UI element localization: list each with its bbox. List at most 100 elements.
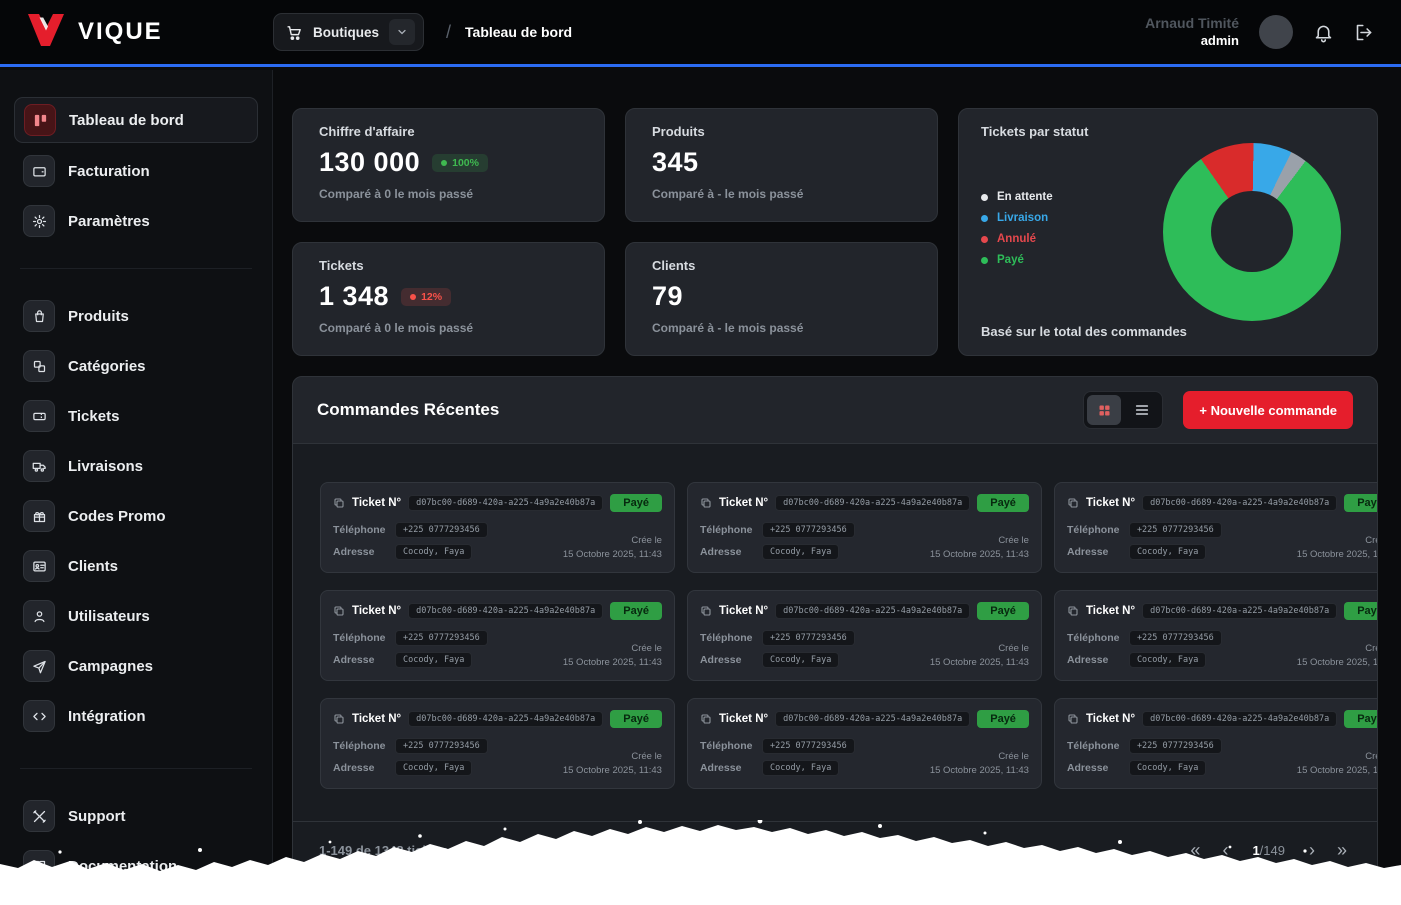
ticket-code: d07bc00-d689-420a-a225-4a9a2e40b87a: [1142, 495, 1337, 511]
user-role: admin: [1145, 33, 1239, 49]
ticket-card[interactable]: Ticket N° d07bc00-d689-420a-a225-4a9a2e4…: [1054, 590, 1378, 681]
ticket-card[interactable]: Ticket N° d07bc00-d689-420a-a225-4a9a2e4…: [687, 698, 1042, 789]
phone-value: +225 0777293456: [1129, 630, 1222, 646]
phone-value: +225 0777293456: [1129, 522, 1222, 538]
ticket-number-label: Ticket N°: [1086, 605, 1135, 617]
sidebar-item-clients[interactable]: Clients: [14, 544, 258, 588]
stat-card-clients: Clients 79 Comparé à - le mois passé: [625, 242, 938, 356]
new-order-button[interactable]: + Nouvelle commande: [1183, 391, 1353, 429]
sidebar-spacer: [0, 741, 272, 746]
sidebar-item-categories[interactable]: Catégories: [14, 344, 258, 388]
tickets-status-card: Tickets par statut En attente Livraison …: [958, 108, 1378, 356]
list-view-button[interactable]: [1125, 395, 1159, 425]
copy-icon[interactable]: [700, 713, 712, 725]
prev-page-button[interactable]: ‹: [1218, 839, 1232, 861]
sidebar-item-integration[interactable]: Intégration: [14, 694, 258, 738]
ticket-card[interactable]: Ticket N° d07bc00-d689-420a-a225-4a9a2e4…: [320, 590, 675, 681]
avatar[interactable]: [1259, 15, 1293, 49]
last-page-button[interactable]: »: [1333, 839, 1351, 861]
sidebar-item-produits[interactable]: Produits: [14, 294, 258, 338]
address-value: Cocody, Faya: [395, 760, 472, 776]
sidebar: Tableau de bord Facturation Paramètres P…: [0, 70, 273, 905]
grid-view-button[interactable]: [1087, 395, 1121, 425]
copy-icon[interactable]: [700, 605, 712, 617]
trend-dot-icon: [441, 160, 447, 166]
copy-icon[interactable]: [333, 713, 345, 725]
created-date: Crée le 15 Octobre 2025, 11:43: [1297, 642, 1378, 671]
ticket-code: d07bc00-d689-420a-a225-4a9a2e40b87a: [775, 603, 970, 619]
address-label: Adresse: [700, 654, 762, 666]
code-icon: [23, 700, 55, 732]
stat-compare: Comparé à - le mois passé: [652, 187, 911, 201]
legend-dot: [981, 236, 988, 243]
copy-icon[interactable]: [333, 497, 345, 509]
phone-value: +225 0777293456: [1129, 738, 1222, 754]
ticket-code: d07bc00-d689-420a-a225-4a9a2e40b87a: [408, 711, 603, 727]
sidebar-item-label: Clients: [68, 558, 118, 575]
shop-selector-button[interactable]: Boutiques: [273, 13, 424, 51]
stat-compare: Comparé à - le mois passé: [652, 321, 911, 335]
address-label: Adresse: [1067, 654, 1129, 666]
ticket-card[interactable]: Ticket N° d07bc00-d689-420a-a225-4a9a2e4…: [687, 482, 1042, 573]
ticket-card[interactable]: Ticket N° d07bc00-d689-420a-a225-4a9a2e4…: [320, 482, 675, 573]
sidebar-item-support[interactable]: Support: [14, 794, 258, 838]
ticket-card[interactable]: Ticket N° d07bc00-d689-420a-a225-4a9a2e4…: [320, 698, 675, 789]
sidebar-item-codes-promo[interactable]: Codes Promo: [14, 494, 258, 538]
ticket-number-label: Ticket N°: [352, 605, 401, 617]
ticket-code: d07bc00-d689-420a-a225-4a9a2e40b87a: [1142, 711, 1337, 727]
ticket-card[interactable]: Ticket N° d07bc00-d689-420a-a225-4a9a2e4…: [1054, 482, 1378, 573]
sidebar-item-utilisateurs[interactable]: Utilisateurs: [14, 594, 258, 638]
ticket-card[interactable]: Ticket N° d07bc00-d689-420a-a225-4a9a2e4…: [687, 590, 1042, 681]
sidebar-item-label: Catégories: [68, 358, 146, 375]
ticket-number-label: Ticket N°: [352, 497, 401, 509]
dashboard-icon: [24, 104, 56, 136]
status-badge: Payé: [610, 602, 662, 620]
status-badge: Payé: [1344, 494, 1378, 512]
idcard-icon: [23, 550, 55, 582]
legend-dot: [981, 194, 988, 201]
ticket-code: d07bc00-d689-420a-a225-4a9a2e40b87a: [408, 495, 603, 511]
dashboard-page: VIQUE Boutiques / Tableau de bord Arnaud…: [0, 0, 1401, 905]
address-value: Cocody, Faya: [1129, 760, 1206, 776]
sidebar-item-livraisons[interactable]: Livraisons: [14, 444, 258, 488]
sidebar-item-label: Tickets: [68, 408, 119, 425]
phone-label: Téléphone: [1067, 740, 1129, 752]
phone-label: Téléphone: [700, 740, 762, 752]
copy-icon[interactable]: [1067, 713, 1079, 725]
copy-icon[interactable]: [700, 497, 712, 509]
address-label: Adresse: [1067, 546, 1129, 558]
bell-icon[interactable]: [1313, 22, 1334, 43]
sidebar-item-documentation[interactable]: Documentation: [14, 844, 258, 888]
orders-grid: Ticket N° d07bc00-d689-420a-a225-4a9a2e4…: [320, 482, 1350, 789]
trend-badge: 12%: [401, 288, 451, 306]
next-page-button[interactable]: ›: [1305, 839, 1319, 861]
categories-icon: [23, 350, 55, 382]
sidebar-item-parametres[interactable]: Paramètres: [14, 199, 258, 243]
first-page-button[interactable]: «: [1186, 839, 1204, 861]
sidebar-item-tickets[interactable]: Tickets: [14, 394, 258, 438]
status-badge: Payé: [977, 710, 1029, 728]
chevron-down-icon: [389, 19, 415, 45]
shop-selector-label: Boutiques: [313, 25, 379, 40]
ticket-card[interactable]: Ticket N° d07bc00-d689-420a-a225-4a9a2e4…: [1054, 698, 1378, 789]
stat-value: 1 348: [319, 281, 389, 312]
copy-icon[interactable]: [333, 605, 345, 617]
sidebar-item-facturation[interactable]: Facturation: [14, 149, 258, 193]
stat-compare: Comparé à 0 le mois passé: [319, 321, 578, 335]
sidebar-item-label: Campagnes: [68, 658, 153, 675]
stats-grid: Chiffre d'affaire 130 000 100% Comparé à…: [292, 108, 1378, 356]
tickets-donut: [1163, 143, 1341, 321]
ticket-number-label: Ticket N°: [1086, 497, 1135, 509]
donut-footer: Basé sur le total des commandes: [981, 324, 1355, 339]
logout-icon[interactable]: [1354, 22, 1375, 43]
created-date: Crée le 15 Octobre 2025, 11:43: [930, 750, 1029, 779]
sidebar-item-dashboard[interactable]: Tableau de bord: [14, 97, 258, 143]
copy-icon[interactable]: [1067, 497, 1079, 509]
sidebar-divider: [20, 268, 252, 269]
sidebar-item-campagnes[interactable]: Campagnes: [14, 644, 258, 688]
copy-icon[interactable]: [1067, 605, 1079, 617]
invoice-icon: [23, 155, 55, 187]
status-badge: Payé: [977, 602, 1029, 620]
address-label: Adresse: [700, 546, 762, 558]
phone-value: +225 0777293456: [762, 630, 855, 646]
